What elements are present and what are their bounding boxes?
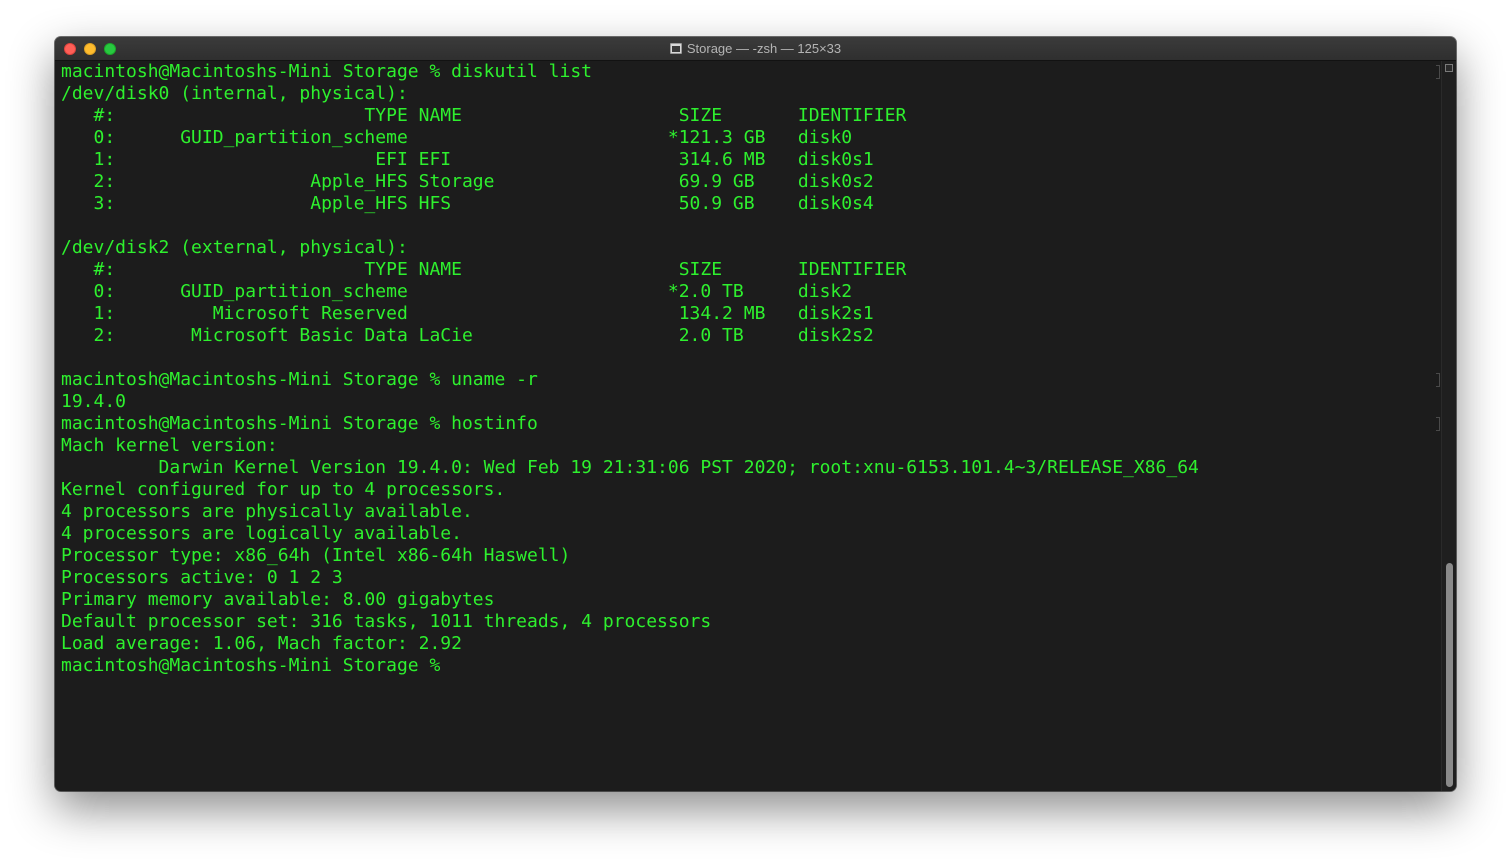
terminal-line: Default processor set: 316 tasks, 1011 t…: [61, 611, 712, 632]
terminal-window: Storage — -zsh — 125×33 macintosh@Macint…: [55, 37, 1456, 791]
window-title-group: Storage — -zsh — 125×33: [55, 37, 1456, 60]
disk-icon: [669, 43, 682, 54]
terminal-line: 19.4.0: [61, 391, 127, 412]
terminal-line: 4 processors are logically available.: [61, 523, 462, 544]
terminal-line: #: TYPE NAME SIZE IDENTIFIER: [61, 105, 907, 126]
window-title: Storage — -zsh — 125×33: [686, 41, 842, 56]
terminal-line: 2: Microsoft Basic Data LaCie 2.0 TB dis…: [61, 325, 874, 346]
title-bar[interactable]: Storage — -zsh — 125×33: [55, 37, 1456, 61]
scroll-split-icon[interactable]: [1445, 64, 1453, 72]
terminal-line: 0: GUID_partition_scheme *121.3 GB disk0: [61, 127, 853, 148]
terminal-line: macintosh@Macintoshs-Mini Storage % unam…: [61, 369, 538, 390]
terminal-line: 0: GUID_partition_scheme *2.0 TB disk2: [61, 281, 853, 302]
command-mark: [1436, 373, 1440, 387]
scrollbar-thumb[interactable]: [1446, 563, 1453, 787]
terminal-line: 4 processors are physically available.: [61, 501, 473, 522]
terminal-line: #: TYPE NAME SIZE IDENTIFIER: [61, 259, 907, 280]
terminal-line: Mach kernel version:: [61, 435, 278, 456]
terminal-line: macintosh@Macintoshs-Mini Storage % disk…: [61, 61, 593, 82]
command-marks: [1434, 61, 1440, 791]
terminal-line: Kernel configured for up to 4 processors…: [61, 479, 506, 500]
command-mark: [1436, 65, 1440, 79]
terminal-line: 1: Microsoft Reserved 134.2 MB disk2s1: [61, 303, 874, 324]
terminal-line: macintosh@Macintoshs-Mini Storage % host…: [61, 413, 538, 434]
terminal-line: 3: Apple_HFS HFS 50.9 GB disk0s4: [61, 193, 874, 214]
terminal-content[interactable]: macintosh@Macintoshs-Mini Storage % disk…: [55, 61, 1456, 791]
terminal-line: /dev/disk2 (external, physical):: [61, 237, 408, 258]
terminal-line: Processor type: x86_64h (Intel x86-64h H…: [61, 545, 571, 566]
terminal-line: 2: Apple_HFS Storage 69.9 GB disk0s2: [61, 171, 874, 192]
command-mark: [1436, 417, 1440, 431]
terminal-line: Darwin Kernel Version 19.4.0: Wed Feb 19…: [61, 457, 1199, 478]
terminal-prompt: macintosh@Macintoshs-Mini Storage %: [61, 655, 452, 676]
terminal-line: Primary memory available: 8.00 gigabytes: [61, 589, 495, 610]
terminal-line: 1: EFI EFI 314.6 MB disk0s1: [61, 149, 874, 170]
terminal-output[interactable]: macintosh@Macintoshs-Mini Storage % disk…: [61, 61, 1199, 677]
terminal-line: /dev/disk0 (internal, physical):: [61, 83, 408, 104]
vertical-scrollbar[interactable]: [1441, 61, 1456, 791]
terminal-line: Processors active: 0 1 2 3: [61, 567, 343, 588]
terminal-line: Load average: 1.06, Mach factor: 2.92: [61, 633, 462, 654]
